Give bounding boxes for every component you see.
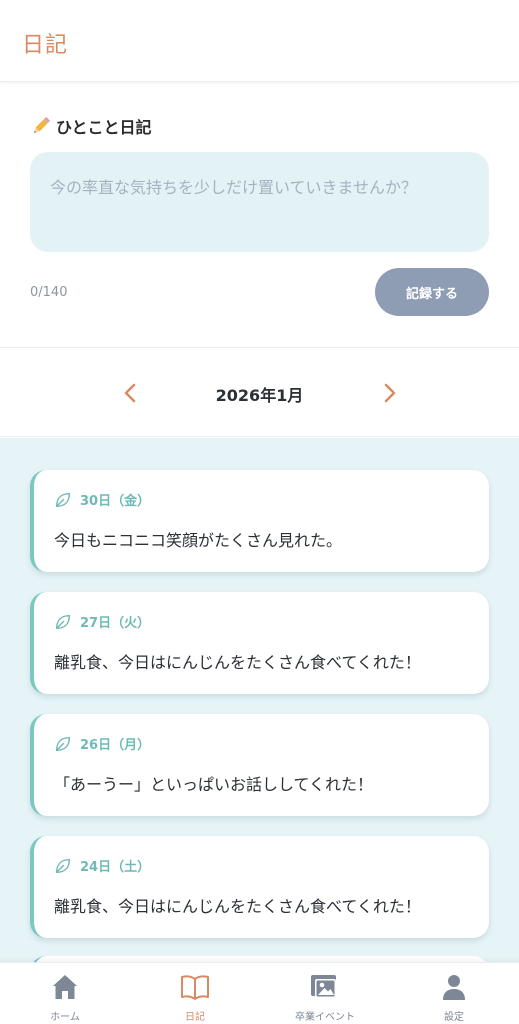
- diary-composer: ひとこと日記 0/140 記録する: [0, 84, 519, 348]
- leaf-icon: [55, 614, 71, 629]
- home-icon: [53, 975, 77, 999]
- diary-entry-card[interactable]: 26日（月） 「あーうー」といっぱいお話ししてくれた！: [30, 714, 489, 816]
- nav-graduation-event-label: 卒業イベント: [295, 1012, 355, 1023]
- app-header: 日記: [0, 0, 519, 82]
- diary-entry-card[interactable]: 30日（金） 今日もニコニコ笑顔がたくさん見れた。: [30, 470, 489, 572]
- entry-text: 今日もニコニコ笑顔がたくさん見れた。: [54, 531, 343, 550]
- entry-date-row: 24日（土）: [54, 856, 150, 875]
- diary-entry-card[interactable]: 24日（土） 離乳食、今日はにんじんをたくさん食べてくれた！: [30, 836, 489, 938]
- nav-settings-label: 設定: [444, 1012, 464, 1023]
- entry-date-row: 30日（金）: [54, 490, 150, 509]
- page-title: 日記: [22, 33, 69, 58]
- book-icon: [181, 975, 209, 1000]
- bottom-navigation: ホーム 日記 卒業イベント 設定: [0, 962, 519, 1024]
- photo-album-icon: [311, 975, 336, 998]
- diary-entry-card[interactable]: 27日（火） 離乳食、今日はにんじんをたくさん食べてくれた！: [30, 592, 489, 694]
- entry-date: 26日（月）: [80, 738, 151, 753]
- entry-date: 27日（火）: [80, 616, 151, 631]
- diary-entry-list: 30日（金） 今日もニコニコ笑顔がたくさん見れた。 27日（火） 離乳食、今日は…: [0, 438, 519, 962]
- next-month-button[interactable]: [377, 379, 403, 407]
- leaf-icon: [55, 736, 71, 751]
- nav-graduation-event[interactable]: 卒業イベント: [260, 963, 390, 1024]
- current-month: 2026年1月: [215, 386, 304, 405]
- entry-text: 離乳食、今日はにんじんをたくさん食べてくれた！: [54, 653, 421, 672]
- entry-date: 24日（土）: [80, 860, 151, 875]
- record-button[interactable]: 記録する: [375, 268, 489, 316]
- diary-input[interactable]: [30, 152, 489, 252]
- char-counter: 0/140: [30, 285, 68, 300]
- pencil-icon: [34, 116, 51, 133]
- entry-date-row: 27日（火）: [54, 612, 150, 631]
- entry-text: 「あーうー」といっぱいお話ししてくれた！: [54, 775, 374, 794]
- entry-date-row: 26日（月）: [54, 734, 150, 753]
- nav-diary[interactable]: 日記: [130, 963, 260, 1024]
- month-navigation: 2026年1月: [0, 349, 519, 437]
- composer-heading: ひとこと日記: [30, 114, 152, 138]
- nav-diary-label: 日記: [185, 1012, 205, 1023]
- entry-date: 30日（金）: [80, 494, 151, 509]
- nav-home-label: ホーム: [50, 1012, 80, 1023]
- nav-settings[interactable]: 設定: [389, 963, 519, 1024]
- composer-heading-label: ひとこと日記: [56, 118, 152, 137]
- person-icon: [443, 975, 465, 1000]
- chevron-right-icon: [384, 383, 396, 403]
- leaf-icon: [55, 858, 71, 873]
- entry-text: 離乳食、今日はにんじんをたくさん食べてくれた！: [54, 897, 421, 916]
- leaf-icon: [55, 492, 71, 507]
- nav-home[interactable]: ホーム: [0, 963, 130, 1024]
